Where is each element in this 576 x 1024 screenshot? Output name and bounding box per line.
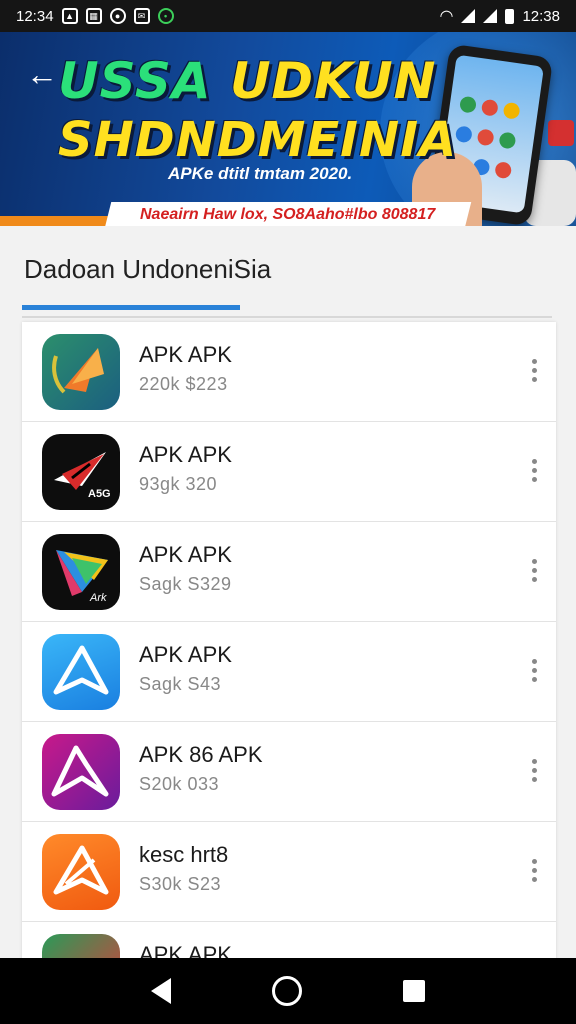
banner-ribbon: Naeairn Haw lox, SO8Aaho#lbo 808817: [104, 202, 472, 226]
more-options-icon[interactable]: [522, 350, 546, 390]
status-right: ◠ 12:38: [439, 6, 560, 26]
recents-icon[interactable]: [403, 980, 426, 1002]
app-icon: [480, 98, 499, 117]
tab-divider: [22, 316, 552, 318]
rainbow-arrow-icon: Ark: [42, 534, 120, 610]
icon-label: Ark: [90, 592, 107, 604]
arrow-left-icon: ←: [26, 56, 58, 92]
app-name: APK APK: [139, 642, 232, 667]
app-icon: [454, 125, 473, 144]
status-time: 12:34: [16, 7, 54, 25]
blue-a-logo-icon: [42, 634, 120, 710]
section-title: Dadoan UndoneniSia: [24, 254, 272, 284]
list-item[interactable]: Ark APK APK Sagk S329: [22, 522, 556, 622]
more-options-icon[interactable]: [522, 450, 546, 490]
active-tab-indicator: [22, 305, 240, 310]
orange-a-logo-icon: [42, 834, 120, 910]
app-name: kesc hrt8: [139, 842, 229, 867]
mail-icon: ✉: [133, 8, 150, 24]
banner-headline-line2: SHDNDMEINIA: [58, 112, 458, 168]
icon-label: A5G: [88, 488, 111, 500]
more-options-icon[interactable]: [522, 850, 546, 890]
wifi-icon: ◠: [439, 8, 454, 25]
list-item[interactable]: APK APK Sagk S43: [22, 622, 556, 722]
banner-headline-part2: UDKUN: [229, 52, 437, 110]
orange-kite-icon: [42, 334, 120, 410]
list-item[interactable]: APK APK: [22, 922, 556, 962]
app-meta: Sagk S329: [139, 574, 232, 594]
grid-icon: ▦: [85, 8, 102, 24]
app-meta: 220k $223: [139, 374, 228, 394]
navigation-bar: [0, 958, 576, 1024]
signal-icon: [483, 9, 498, 23]
app-name: APK APK: [139, 442, 232, 467]
home-icon[interactable]: [271, 976, 302, 1006]
app-name: APK APK: [139, 342, 232, 367]
banner-headline-line1: USSA UDKUN: [58, 52, 436, 110]
app-meta: Sagk S43: [139, 674, 222, 694]
leaf-icon: •: [157, 8, 174, 24]
app-list: APK APK 220k $223 A5G APK APK 93gk 320 A…: [22, 322, 556, 962]
back-icon[interactable]: [150, 978, 171, 1004]
app-meta: 93gk 320: [139, 474, 218, 494]
app-name: APK APK: [139, 542, 232, 567]
banner-subtitle: APKe dtitl tmtam 2020.: [168, 164, 353, 183]
banner-ribbon-text: Naeairn Haw lox, SO8Aaho#lbo 808817: [140, 206, 436, 223]
app-icon: [494, 161, 513, 180]
promo-banner[interactable]: ← USSA UDKUN SHDNDMEINIA APKe dtitl tmta…: [0, 32, 576, 226]
list-item[interactable]: kesc hrt8 S30k S23: [22, 822, 556, 922]
app-icon: [476, 128, 495, 147]
red-paper-plane-icon: A5G: [42, 434, 120, 510]
list-item[interactable]: A5G APK APK 93gk 320: [22, 422, 556, 522]
app-icon: [502, 101, 521, 120]
app-meta: S30k S23: [139, 874, 222, 894]
more-options-icon[interactable]: [522, 650, 546, 690]
signal-icon: [461, 9, 476, 23]
flag-icon: [548, 120, 574, 146]
app-icon: [458, 95, 478, 114]
list-item[interactable]: APK 86 APK S20k 033: [22, 722, 556, 822]
more-options-icon[interactable]: [522, 750, 546, 790]
circle-icon: ●: [109, 8, 126, 24]
image-icon: ▲: [61, 8, 78, 24]
list-item[interactable]: APK APK 220k $223: [22, 322, 556, 422]
status-time-right: 12:38: [522, 7, 560, 25]
app-meta: S20k 033: [139, 774, 220, 794]
banner-accent-bar: [0, 216, 120, 226]
battery-icon: [505, 8, 515, 24]
status-bar: 12:34 ▲ ▦ ● ✉ • ◠ 12:38: [0, 0, 576, 32]
app-icon: [498, 131, 517, 150]
banner-headline-part1: USSA: [58, 52, 230, 110]
more-options-icon[interactable]: [522, 550, 546, 590]
status-left: 12:34 ▲ ▦ ● ✉ •: [16, 8, 174, 25]
purple-a-logo-icon: [42, 734, 120, 810]
app-name: APK 86 APK: [139, 742, 263, 767]
